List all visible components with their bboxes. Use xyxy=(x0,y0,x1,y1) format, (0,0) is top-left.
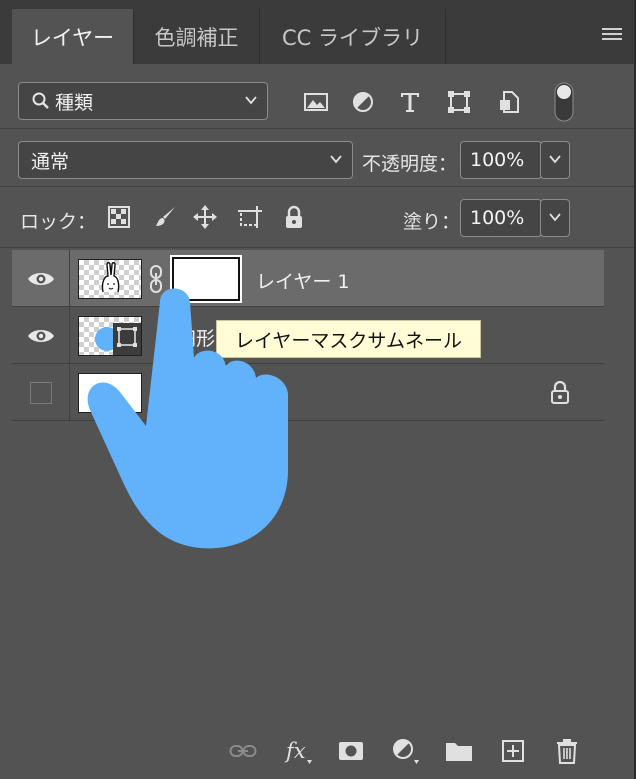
tab-adjustments[interactable]: 色調補正 xyxy=(134,9,260,64)
tab-cc-libraries-label: CC ライブラリ xyxy=(281,25,423,50)
chevron-down-icon xyxy=(549,155,561,164)
filter-type-icon[interactable] xyxy=(396,88,424,116)
lock-all-icon[interactable] xyxy=(280,203,308,231)
filter-pixel-icon[interactable] xyxy=(302,88,330,116)
fill-dropdown-button[interactable] xyxy=(540,199,570,237)
tab-adjustments-label: 色調補正 xyxy=(154,25,239,50)
tab-cc-libraries[interactable]: CC ライブラリ xyxy=(260,9,446,64)
lock-artboard-icon[interactable] xyxy=(236,203,264,231)
fill-value: 100% xyxy=(470,207,525,229)
divider xyxy=(0,186,634,187)
eye-icon xyxy=(27,329,54,342)
search-icon xyxy=(32,92,49,109)
chevron-down-icon xyxy=(549,213,561,222)
fx-icon[interactable]: fx xyxy=(283,736,313,766)
trash-icon[interactable] xyxy=(552,736,582,766)
divider xyxy=(0,128,634,129)
adjustment-layer-icon[interactable] xyxy=(390,736,420,766)
filter-shape-icon[interactable] xyxy=(445,88,473,116)
filter-kind-dropdown[interactable]: 種類 xyxy=(18,82,268,120)
tab-layers-label: レイヤー xyxy=(30,25,115,50)
svg-text:fx: fx xyxy=(284,739,306,763)
eye-icon xyxy=(27,272,54,285)
link-layers-icon[interactable] xyxy=(228,736,258,766)
tab-layers[interactable]: レイヤー xyxy=(12,9,134,64)
opacity-dropdown-button[interactable] xyxy=(540,141,570,179)
fill-input[interactable]: 100% xyxy=(460,199,542,237)
blend-mode-value: 通常 xyxy=(31,150,70,173)
lock-position-icon[interactable] xyxy=(191,203,219,231)
filter-smart-object-icon[interactable] xyxy=(495,88,523,116)
lock-transparent-pixels-icon[interactable] xyxy=(105,203,133,231)
lock-label: ロック： xyxy=(20,211,97,233)
opacity-input[interactable]: 100% xyxy=(460,141,542,179)
add-mask-icon[interactable] xyxy=(336,736,366,766)
chevron-down-icon xyxy=(245,96,257,105)
visibility-checkbox xyxy=(29,381,52,404)
filter-toggle-switch[interactable] xyxy=(550,82,578,122)
panel-menu-icon[interactable] xyxy=(602,28,622,42)
fill-label: 塗り： xyxy=(403,211,461,233)
lock-icon xyxy=(550,380,570,408)
chevron-down-icon xyxy=(330,155,342,164)
new-layer-icon[interactable] xyxy=(498,736,528,766)
pointing-hand-icon xyxy=(87,288,288,549)
tab-bar: レイヤー 色調補正 CC ライブラリ xyxy=(0,0,634,64)
opacity-label: 不透明度： xyxy=(362,153,458,175)
blend-mode-dropdown[interactable]: 通常 xyxy=(18,141,353,179)
lock-image-pixels-icon[interactable] xyxy=(152,203,180,231)
filter-kind-value: 種類 xyxy=(55,91,94,114)
folder-icon[interactable] xyxy=(444,736,474,766)
divider xyxy=(0,247,634,248)
opacity-value: 100% xyxy=(470,149,525,171)
filter-adjustment-icon[interactable] xyxy=(349,88,377,116)
layers-panel: レイヤー 色調補正 CC ライブラリ 種類 通常 不透明度： 100% ロック： xyxy=(0,0,636,779)
